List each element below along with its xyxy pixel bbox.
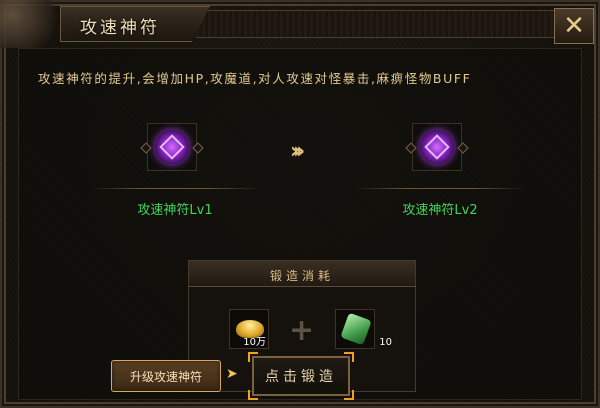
cost-title: 锻造消耗 [269,269,334,283]
current-rune-name: 攻速神符Lv1 [137,203,213,218]
current-rune-slot[interactable] [147,123,197,171]
next-rune-slot[interactable] [412,123,462,171]
description-text: 攻速神符的提升,会增加HP,攻魔道,对人攻速对怪暴击,麻痹怪物BUFF [38,71,472,86]
divider [90,188,260,189]
jade-quantity: 10 [379,337,392,348]
highlight-bracket [344,390,354,400]
window-title: 攻速神符 [80,18,160,38]
gold-cost-slot[interactable]: 10万 [229,309,269,349]
purple-rune-icon [420,130,454,164]
purple-rune-icon [155,130,189,164]
close-button[interactable]: ✕ [554,8,594,44]
jade-stone-icon [340,312,372,346]
double-chevron-right-icon: ››› [290,139,305,164]
forge-button-label: 点击锻造 [265,369,337,385]
next-rune-name: 攻速神符Lv2 [402,203,478,218]
jade-cost-slot[interactable]: 10 [335,309,392,349]
title-bar [196,10,556,38]
forge-button[interactable]: 点击锻造 [252,356,350,396]
close-x-icon: ✕ [563,11,585,41]
divider [355,188,525,189]
gold-quantity: 10万 [243,337,266,348]
dragon-ornament-icon [0,0,64,48]
arrow-right-icon: ➤ [226,366,238,382]
upgrade-rune-button[interactable]: 升级攻速神符 [111,360,221,392]
plus-icon: + [289,313,315,348]
highlight-bracket [344,352,354,362]
highlight-bracket [248,352,258,362]
highlight-bracket [248,390,258,400]
